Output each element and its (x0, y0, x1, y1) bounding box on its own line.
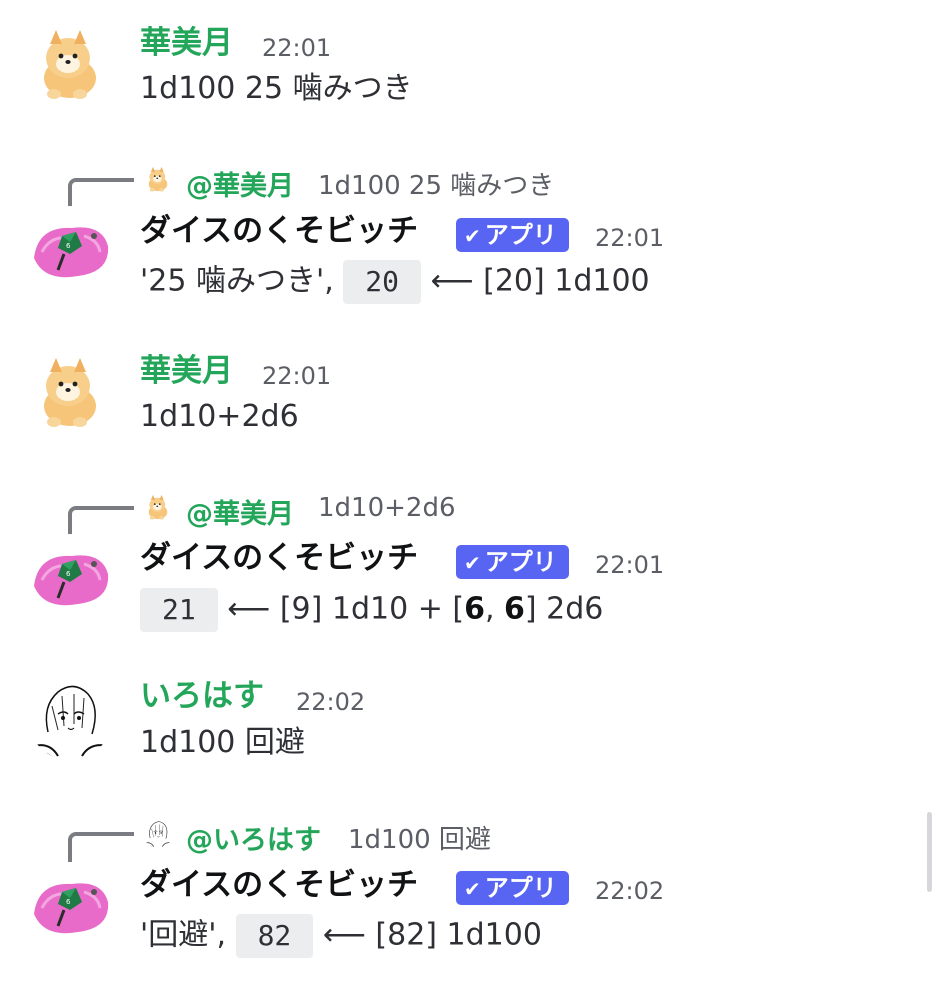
roll-detail: [9] 1d10 + [6, 6] 2d6 (279, 591, 604, 627)
avatar[interactable] (28, 22, 112, 106)
reply-mention[interactable]: @華美月 (186, 492, 294, 531)
scrollbar-thumb[interactable] (927, 812, 932, 892)
message-text: '25 噛みつき', 20 ⟵ [20] 1d100 (140, 260, 650, 304)
roll-label: '回避', (140, 917, 227, 953)
reply-reference[interactable]: @華美月 1d100 25 噛みつき (0, 160, 935, 208)
reply-mention[interactable]: @華美月 (186, 164, 294, 203)
app-badge: ✔ アプリ (456, 871, 569, 905)
message-text: '回避', 82 ⟵ [82] 1d100 (140, 914, 542, 958)
avatar[interactable] (28, 206, 112, 290)
app-badge: ✔ アプリ (456, 218, 569, 252)
username[interactable]: ダイスのくそビッチ (140, 543, 418, 574)
reply-avatar (143, 818, 173, 848)
avatar[interactable] (28, 534, 112, 618)
reply-reference[interactable]: @華美月 1d10+2d6 (0, 488, 935, 536)
timestamp: 22:01 (262, 362, 332, 390)
reply-connector (68, 178, 134, 208)
reply-mention[interactable]: @いろはす (186, 818, 321, 857)
roll-detail: [20] 1d100 (483, 263, 650, 299)
avatar[interactable] (28, 350, 112, 434)
arrow-left-icon: ⟵ (430, 263, 474, 299)
message-text: 1d10+2d6 (140, 399, 299, 434)
checkmark-icon: ✔ (464, 551, 481, 575)
timestamp: 22:01 (595, 551, 665, 579)
app-badge: ✔ アプリ (456, 545, 569, 579)
checkmark-icon: ✔ (464, 877, 481, 901)
timestamp: 22:02 (296, 688, 366, 716)
checkmark-icon: ✔ (464, 224, 481, 248)
message-text: 21 ⟵ [9] 1d10 + [6, 6] 2d6 (140, 588, 603, 632)
roll-detail: [82] 1d100 (375, 917, 542, 953)
username[interactable]: ダイスのくそビッチ (140, 870, 418, 901)
arrow-left-icon: ⟵ (227, 591, 271, 627)
username[interactable]: 華美月 (140, 28, 233, 59)
timestamp: 22:02 (595, 877, 665, 905)
reply-connector (68, 832, 134, 862)
username[interactable]: いろはす (140, 681, 264, 712)
roll-result: 20 (343, 260, 422, 304)
message-text: 1d100 回避 (140, 725, 305, 760)
reply-avatar (143, 164, 173, 194)
reply-preview-text: 1d10+2d6 (318, 493, 456, 523)
username[interactable]: 華美月 (140, 356, 233, 387)
message-text: 1d100 25 噛みつき (140, 71, 413, 106)
roll-label: '25 噛みつき', (140, 263, 334, 299)
roll-result: 21 (140, 588, 218, 632)
reply-preview-text: 1d100 回避 (348, 825, 491, 855)
arrow-left-icon: ⟵ (322, 917, 366, 953)
roll-result: 82 (235, 914, 314, 958)
reply-preview-text: 1d100 25 噛みつき (318, 171, 555, 201)
avatar[interactable] (28, 676, 112, 760)
username[interactable]: ダイスのくそビッチ (140, 216, 418, 247)
timestamp: 22:01 (595, 224, 665, 252)
reply-avatar (143, 492, 173, 522)
avatar[interactable] (28, 862, 112, 946)
reply-connector (68, 506, 134, 536)
reply-reference[interactable]: @いろはす 1d100 回避 (0, 814, 935, 862)
timestamp: 22:01 (262, 34, 332, 62)
